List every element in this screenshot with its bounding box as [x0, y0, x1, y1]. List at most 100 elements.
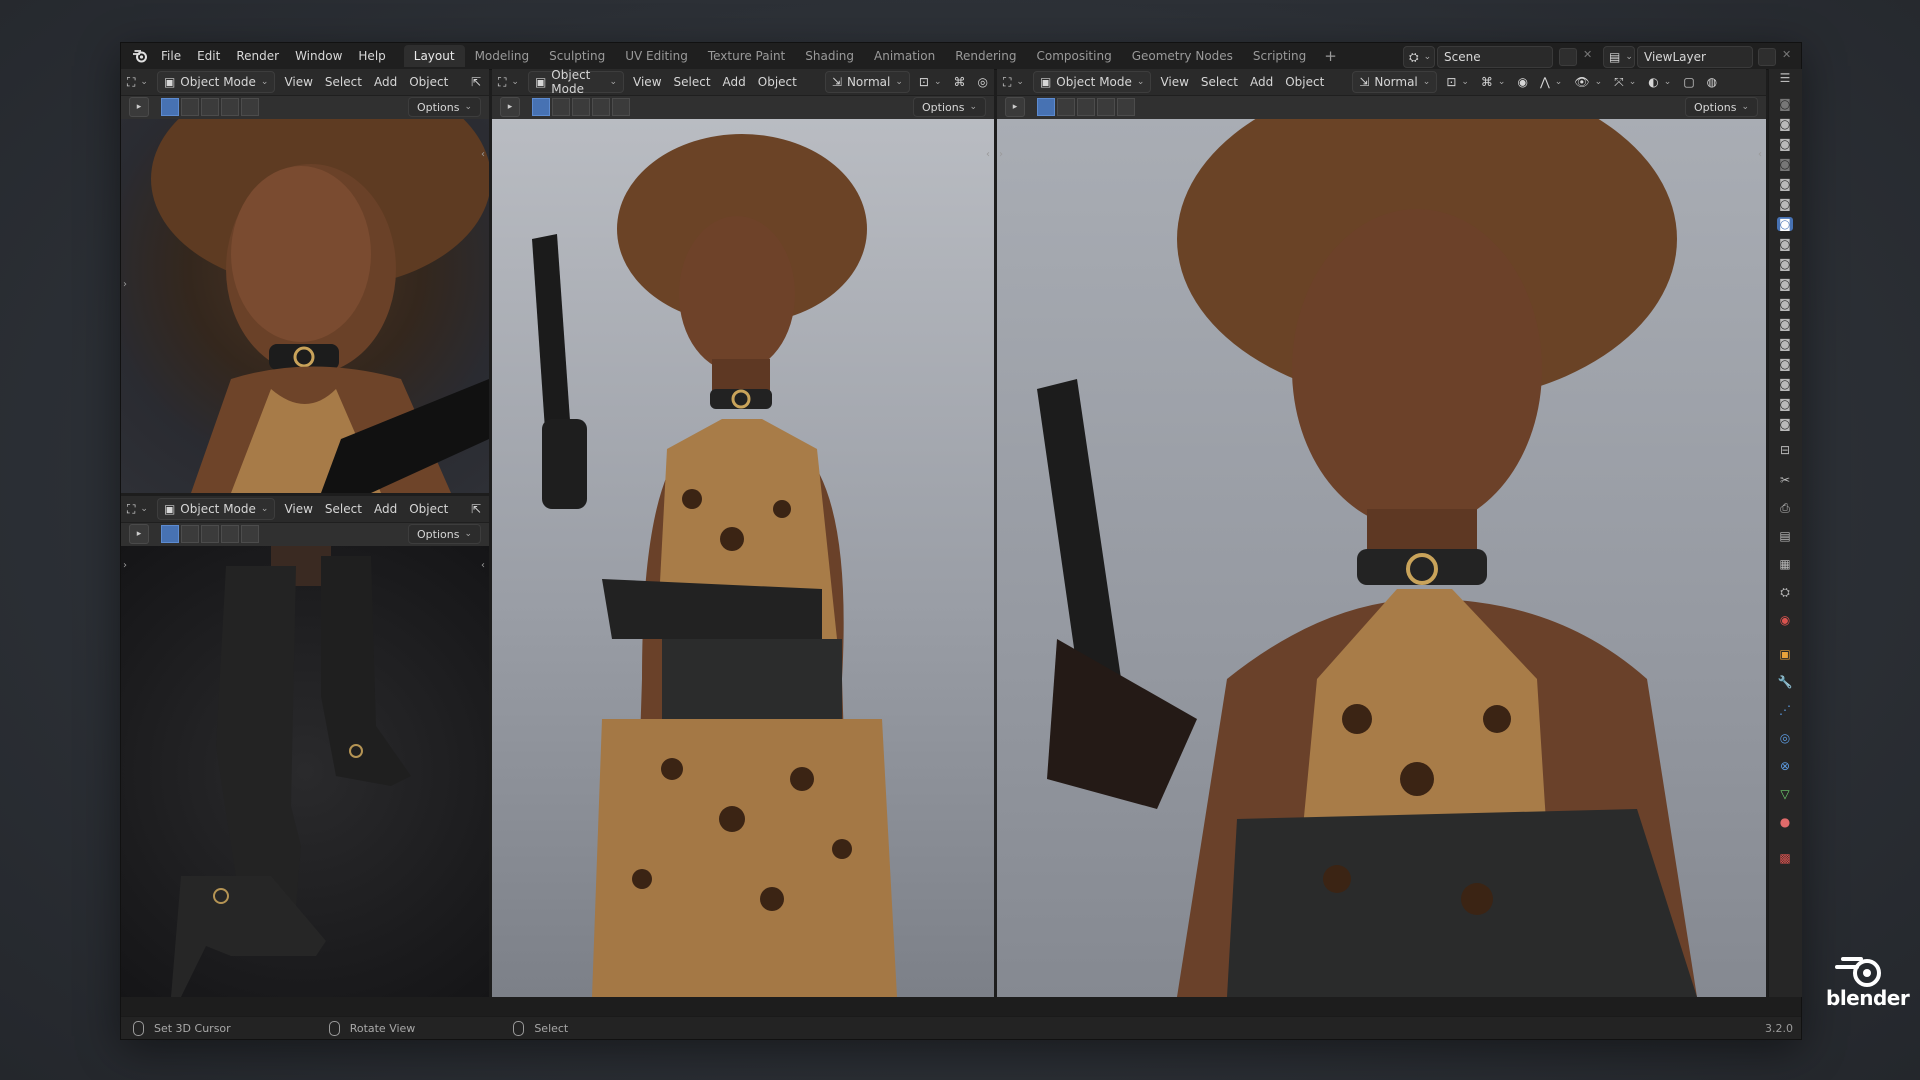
options-button[interactable]: Options ⌄ [913, 97, 986, 117]
editor-type-icon[interactable]: ☰ [1777, 71, 1793, 85]
view-layer-type-dropdown[interactable]: ▤ ⌄ [1603, 46, 1635, 68]
select-new-icon[interactable] [161, 98, 179, 116]
menu-view[interactable]: View [1154, 72, 1194, 92]
camera-icon[interactable]: ◙ [1777, 417, 1793, 431]
menu-object[interactable]: Object [403, 499, 454, 519]
overlays-icon[interactable]: ◐ ⌄ [1642, 72, 1677, 92]
menu-view[interactable]: View [278, 499, 318, 519]
menu-edit[interactable]: Edit [189, 49, 228, 63]
constraint-properties-icon[interactable]: ⊗ [1777, 759, 1793, 773]
pivot-point-icon[interactable]: ⊡ ⌄ [1440, 72, 1475, 92]
falloff-icon[interactable]: ⋀ ⌄ [1534, 72, 1568, 92]
tab-shading[interactable]: Shading [795, 45, 864, 67]
xray-icon[interactable]: ▢ [1677, 72, 1700, 92]
select-extend-icon[interactable] [181, 525, 199, 543]
menu-render[interactable]: Render [228, 49, 287, 63]
menu-select[interactable]: Select [319, 499, 368, 519]
tab-sculpting[interactable]: Sculpting [539, 45, 615, 67]
sidebar-toggle-icon[interactable]: ‹ [986, 149, 990, 160]
camera-icon[interactable]: ◙ [1777, 137, 1793, 151]
render-view-boots[interactable] [121, 546, 489, 997]
menu-add[interactable]: Add [368, 499, 403, 519]
menu-view[interactable]: View [627, 72, 667, 92]
render-view-portrait[interactable] [997, 74, 1766, 997]
mode-dropdown[interactable]: ▣ Object Mode ⌄ [527, 69, 625, 96]
menu-select[interactable]: Select [668, 72, 717, 92]
select-new-icon[interactable] [161, 525, 179, 543]
material-properties-icon[interactable]: ● [1777, 815, 1793, 829]
viewport-bottom-left[interactable]: ⛶ ⌄ ▣ Object Mode ⌄ View Select Add Object … [121, 496, 489, 997]
toolbar-toggle-icon[interactable]: › [999, 149, 1003, 160]
tab-scripting[interactable]: Scripting [1243, 45, 1316, 67]
camera-icon[interactable]: ◙ [1777, 397, 1793, 411]
tool-properties-icon[interactable]: ✂ [1777, 473, 1793, 487]
snap-icon[interactable]: ⌘ [948, 72, 972, 92]
shading-mode-icon[interactable]: ◍ [1701, 72, 1723, 92]
camera-icon[interactable]: ◙ [1777, 177, 1793, 191]
add-workspace-button[interactable]: + [1316, 47, 1345, 65]
particles-properties-icon[interactable]: ⋰ [1777, 703, 1793, 717]
remove-view-layer-icon[interactable]: ✕ [1782, 48, 1791, 61]
viewport-middle[interactable]: ⛶ ⌄ ▣ Object Mode ⌄ View Select Add Object … [492, 69, 994, 997]
toolbar-toggle-icon[interactable]: › [123, 560, 127, 571]
editor-type-dropdown[interactable]: ⛶ ⌄ [997, 72, 1030, 92]
menu-window[interactable]: Window [287, 49, 350, 63]
tab-compositing[interactable]: Compositing [1026, 45, 1121, 67]
camera-icon[interactable]: ◙ [1777, 97, 1793, 111]
options-button[interactable]: Options ⌄ [408, 97, 481, 117]
select-invert-icon[interactable] [592, 98, 610, 116]
new-view-layer-button[interactable] [1758, 48, 1776, 66]
view-layer-field[interactable]: ViewLayer [1637, 46, 1753, 68]
object-properties-icon[interactable]: ▣ [1777, 647, 1793, 661]
texture-properties-icon[interactable]: ▩ [1777, 851, 1793, 865]
camera-icon[interactable]: ◙ [1777, 297, 1793, 311]
camera-icon[interactable]: ◙ [1777, 317, 1793, 331]
select-intersect-icon[interactable] [1117, 98, 1135, 116]
sidebar-toggle-icon[interactable]: ‹ [481, 149, 485, 160]
tab-animation[interactable]: Animation [864, 45, 945, 67]
select-extend-icon[interactable] [1057, 98, 1075, 116]
select-subtract-icon[interactable] [201, 98, 219, 116]
tab-texture-paint[interactable]: Texture Paint [698, 45, 795, 67]
camera-icon[interactable]: ◙ [1777, 337, 1793, 351]
visibility-icon[interactable]: 👁 ⌄ [1568, 72, 1608, 92]
select-extend-icon[interactable] [552, 98, 570, 116]
camera-icon-active[interactable]: ◙ [1777, 217, 1793, 231]
modifier-properties-icon[interactable]: 🔧 [1777, 675, 1793, 689]
select-intersect-icon[interactable] [241, 525, 259, 543]
menu-add[interactable]: Add [368, 72, 403, 92]
render-properties-icon[interactable]: ⎙ [1777, 501, 1793, 515]
menu-select[interactable]: Select [1195, 72, 1244, 92]
properties-editor-icon[interactable]: ⊟ [1777, 443, 1793, 457]
camera-icon[interactable]: ◙ [1777, 257, 1793, 271]
select-tool-icon[interactable]: ▸ [1005, 97, 1025, 117]
camera-icon[interactable]: ◙ [1777, 197, 1793, 211]
select-invert-icon[interactable] [1097, 98, 1115, 116]
camera-icon[interactable]: ◙ [1777, 357, 1793, 371]
render-view-face[interactable] [121, 69, 489, 493]
scene-type-dropdown[interactable]: ⛭ ⌄ [1403, 46, 1435, 68]
orientation-dropdown[interactable]: ⇲ Normal ⌄ [824, 71, 910, 93]
menu-object[interactable]: Object [1279, 72, 1330, 92]
viewport-top-left[interactable]: ⛶ ⌄ ▣ Object Mode ⌄ View Select Add Object … [121, 69, 489, 493]
transform-orientation-icon[interactable]: ⇱ [465, 499, 487, 519]
menu-add[interactable]: Add [1244, 72, 1279, 92]
camera-icon[interactable]: ◙ [1777, 377, 1793, 391]
select-invert-icon[interactable] [221, 525, 239, 543]
render-view-full-body[interactable] [492, 119, 994, 997]
tab-modeling[interactable]: Modeling [465, 45, 540, 67]
menu-help[interactable]: Help [350, 49, 393, 63]
select-tool-icon[interactable]: ▸ [129, 97, 149, 117]
snap-icon[interactable]: ⌘ ⌄ [1475, 72, 1512, 92]
editor-type-dropdown[interactable]: ⛶ ⌄ [121, 499, 154, 519]
select-subtract-icon[interactable] [1077, 98, 1095, 116]
options-button[interactable]: Options ⌄ [1685, 97, 1758, 117]
camera-icon[interactable]: ◙ [1777, 277, 1793, 291]
tab-layout[interactable]: Layout [403, 45, 465, 67]
gizmo-icon[interactable]: ⤧ ⌄ [1608, 72, 1642, 92]
mode-dropdown[interactable]: ▣ Object Mode ⌄ [1032, 71, 1152, 93]
view-layer-properties-icon[interactable]: ▦ [1777, 557, 1793, 571]
mode-dropdown[interactable]: ▣ Object Mode ⌄ [156, 71, 276, 93]
options-button[interactable]: Options ⌄ [408, 524, 481, 544]
physics-properties-icon[interactable]: ◎ [1777, 731, 1793, 745]
